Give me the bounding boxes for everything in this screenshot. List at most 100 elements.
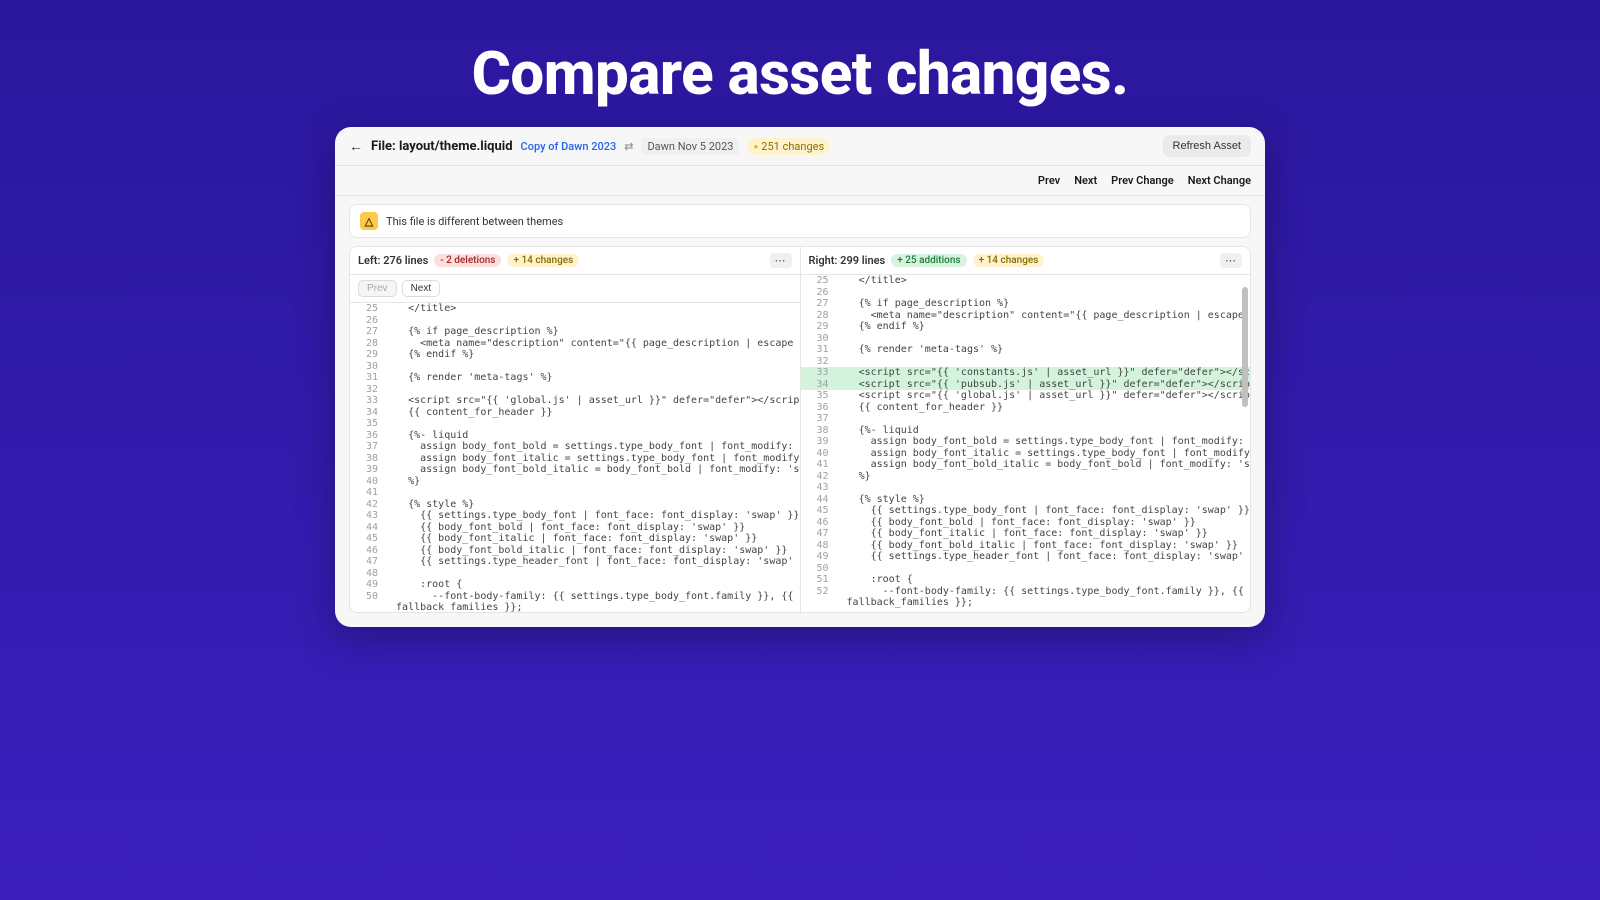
left-pane-header: Left: 276 lines - 2 deletions + 14 chang… — [350, 247, 800, 275]
right-theme-label: Dawn Nov 5 2023 — [641, 138, 739, 155]
line-text: {{ body_font_italic | font_face: font_di… — [384, 533, 800, 545]
code-row: 51 :root { — [801, 574, 1251, 586]
line-number: 26 — [801, 287, 835, 299]
line-number: 34 — [350, 407, 384, 419]
code-row: 35 <script src="{{ 'global.js' | asset_u… — [801, 390, 1251, 402]
line-text: {{ body_font_bold_italic | font_face: fo… — [835, 540, 1251, 552]
line-number: 28 — [801, 310, 835, 322]
line-text: {{ content_for_header }} — [384, 407, 800, 419]
line-text: </title> — [384, 303, 800, 315]
line-number: 40 — [350, 476, 384, 488]
line-number: 27 — [801, 298, 835, 310]
nav-prev[interactable]: Prev — [1038, 174, 1060, 187]
line-text — [835, 563, 1251, 575]
code-row: 49 {{ settings.type_header_font | font_f… — [801, 551, 1251, 563]
code-row: 33 <script src="{{ 'constants.js' | asse… — [801, 367, 1251, 379]
line-text — [384, 384, 800, 396]
code-row: 26 — [350, 315, 800, 327]
line-text: :root { — [835, 574, 1251, 586]
line-text: <script src="{{ 'constants.js' | asset_u… — [835, 367, 1251, 379]
line-number: 40 — [801, 448, 835, 460]
line-number — [350, 602, 384, 612]
line-text: %} — [384, 476, 800, 488]
line-text — [835, 333, 1251, 345]
left-menu-icon[interactable]: ⋯ — [770, 253, 792, 268]
line-text: <meta name="description" content="{{ pag… — [835, 310, 1251, 322]
back-arrow-icon[interactable]: ← — [349, 138, 363, 155]
line-number: 31 — [801, 344, 835, 356]
code-row: 41 — [350, 487, 800, 499]
code-row: fallback_families }}; — [801, 597, 1251, 609]
nav-prev-change[interactable]: Prev Change — [1111, 174, 1174, 187]
code-row: 32 — [801, 356, 1251, 368]
line-number: 51 — [801, 574, 835, 586]
code-row: 25 </title> — [801, 275, 1251, 287]
line-text: {% render 'meta-tags' %} — [384, 372, 800, 384]
line-number: 37 — [801, 413, 835, 425]
left-toolbar: Prev Next — [350, 275, 800, 303]
line-text — [835, 482, 1251, 494]
code-row: 44 {% style %} — [801, 494, 1251, 506]
code-row: 31 {% render 'meta-tags' %} — [801, 344, 1251, 356]
code-row: 50 --font-body-family: {{ settings.type_… — [350, 591, 800, 603]
line-number: 45 — [801, 505, 835, 517]
code-row: 43 {{ settings.type_body_font | font_fac… — [350, 510, 800, 522]
line-text: %} — [835, 471, 1251, 483]
line-number: 29 — [801, 321, 835, 333]
code-row: 47 {{ body_font_italic | font_face: font… — [801, 528, 1251, 540]
line-text: assign body_font_bold = settings.type_bo… — [835, 436, 1251, 448]
code-row: 43 — [801, 482, 1251, 494]
line-text: assign body_font_bold_italic = body_font… — [384, 464, 800, 476]
code-row: 38 {%- liquid — [801, 425, 1251, 437]
line-text: {{ content_for_header }} — [835, 402, 1251, 414]
swap-icon[interactable]: ⇄ — [624, 140, 633, 153]
right-pane: Right: 299 lines + 25 additions + 14 cha… — [801, 247, 1251, 612]
diff-container: Left: 276 lines - 2 deletions + 14 chang… — [349, 246, 1251, 613]
right-menu-icon[interactable]: ⋯ — [1220, 253, 1242, 268]
line-number: 44 — [801, 494, 835, 506]
line-text: --font-body-family: {{ settings.type_bod… — [384, 591, 800, 603]
code-row: 34 {{ content_for_header }} — [350, 407, 800, 419]
left-code-area[interactable]: 25 </title>2627 {% if page_description %… — [350, 303, 800, 612]
line-text — [835, 356, 1251, 368]
refresh-button[interactable]: Refresh Asset — [1163, 135, 1251, 157]
scrollbar-thumb[interactable] — [1242, 287, 1248, 407]
line-number: 32 — [801, 356, 835, 368]
line-text: {% render 'meta-tags' %} — [835, 344, 1251, 356]
line-text: </title> — [835, 275, 1251, 287]
alert-text: This file is different between themes — [386, 215, 563, 228]
line-number: 31 — [350, 372, 384, 384]
left-theme-link[interactable]: Copy of Dawn 2023 — [521, 140, 617, 153]
line-number: 25 — [350, 303, 384, 315]
code-row: 49 :root { — [350, 579, 800, 591]
line-text — [384, 568, 800, 580]
code-row: 31 {% render 'meta-tags' %} — [350, 372, 800, 384]
line-number: 49 — [350, 579, 384, 591]
line-number: 28 — [350, 338, 384, 350]
line-text: {{ settings.type_header_font | font_face… — [384, 556, 800, 568]
line-number: 32 — [350, 384, 384, 396]
code-row: 45 {{ body_font_italic | font_face: font… — [350, 533, 800, 545]
code-row: 28 <meta name="description" content="{{ … — [801, 310, 1251, 322]
nav-next-change[interactable]: Next Change — [1188, 174, 1251, 187]
line-text: {{ body_font_bold | font_face: font_disp… — [835, 517, 1251, 529]
line-number: 41 — [350, 487, 384, 499]
code-row: 34 <script src="{{ 'pubsub.js' | asset_u… — [801, 379, 1251, 391]
left-changes-badge: + 14 changes — [507, 254, 579, 267]
right-code-area[interactable]: 25 </title>2627 {% if page_description %… — [801, 275, 1251, 612]
changes-badge: 251 changes — [747, 138, 830, 155]
line-number: 25 — [801, 275, 835, 287]
left-prev-button[interactable]: Prev — [358, 280, 397, 297]
code-row: 25 </title> — [350, 303, 800, 315]
line-number: 42 — [801, 471, 835, 483]
line-number: 35 — [350, 418, 384, 430]
line-number: 33 — [350, 395, 384, 407]
left-next-button[interactable]: Next — [402, 280, 441, 297]
line-number: 47 — [801, 528, 835, 540]
nav-next[interactable]: Next — [1074, 174, 1097, 187]
code-row: 37 assign body_font_bold = settings.type… — [350, 441, 800, 453]
line-text: {% style %} — [835, 494, 1251, 506]
code-row: 33 <script src="{{ 'global.js' | asset_u… — [350, 395, 800, 407]
line-text: <script src="{{ 'pubsub.js' | asset_url … — [835, 379, 1251, 391]
line-text: {{ body_font_bold_italic | font_face: fo… — [384, 545, 800, 557]
